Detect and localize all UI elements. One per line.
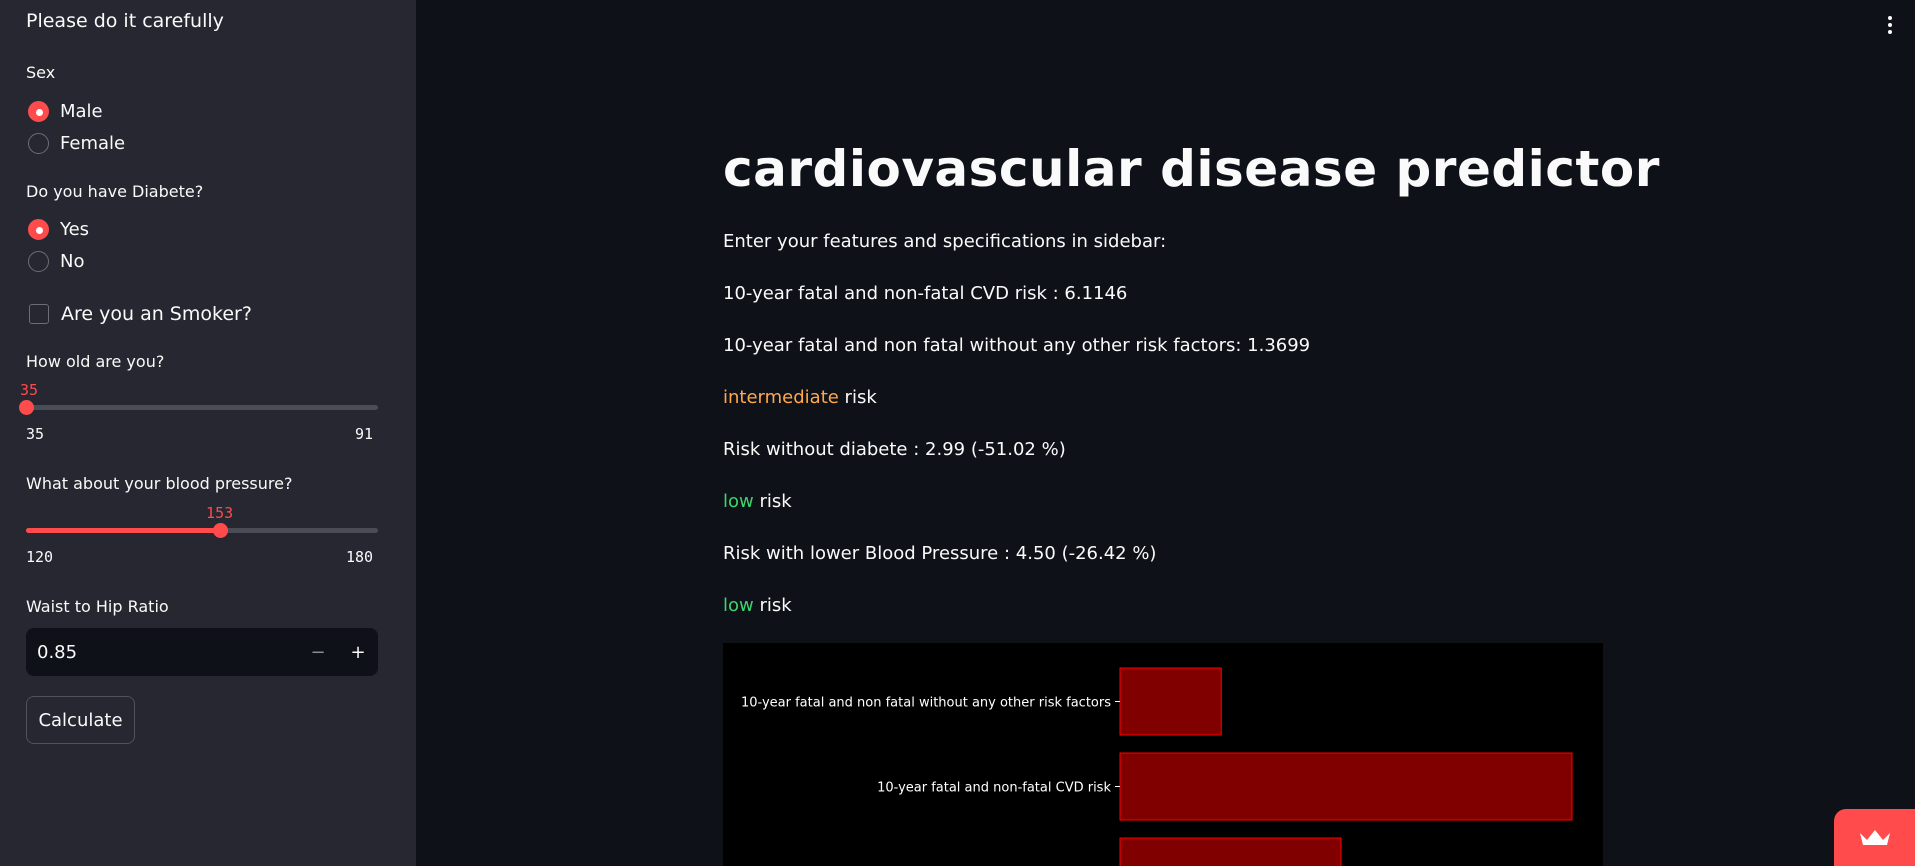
sidebar-title: Please do it carefully	[26, 10, 224, 32]
blood-pressure-slider-fill	[26, 528, 220, 533]
chart-svg: 10-year fatal and non fatal without any …	[741, 667, 1573, 866]
sex-label: Sex	[26, 63, 56, 82]
diabete-option-no[interactable]: No	[28, 248, 84, 274]
age-max: 91	[355, 425, 374, 443]
risk-level-3: low risk	[723, 595, 792, 616]
risk-level-1: intermediate risk	[723, 387, 877, 408]
blood-pressure-max: 180	[346, 548, 374, 566]
age-slider-value: 35	[19, 381, 39, 399]
streamlit-badge[interactable]	[1834, 809, 1915, 866]
cvd-risk-text: 10-year fatal and non-fatal CVD risk : 6…	[723, 283, 1128, 304]
cvd-risk-no-factors-text: 10-year fatal and non fatal without any …	[723, 335, 1311, 356]
age-slider-thumb[interactable]	[19, 400, 34, 415]
radio-label: Female	[60, 132, 126, 154]
radio-selected-icon[interactable]	[28, 218, 49, 240]
chart-category-label: 10-year fatal and non-fatal CVD risk	[877, 781, 1111, 796]
radio-selected-icon[interactable]	[28, 100, 49, 122]
kebab-menu-icon[interactable]	[1887, 16, 1893, 36]
calculate-button[interactable]: Calculate	[26, 696, 135, 744]
chart-category-label: 10-year fatal and non fatal without any …	[741, 696, 1111, 711]
increment-button[interactable]: +	[338, 628, 378, 676]
radio-label: Yes	[60, 218, 90, 240]
risk-level-word: low	[723, 595, 754, 616]
radio-label: Male	[60, 100, 103, 122]
risk-level-suffix: risk	[753, 595, 792, 616]
intro-text: Enter your features and specifications i…	[723, 231, 1167, 252]
risk-level-2: low risk	[723, 491, 792, 512]
main-content: cardiovascular disease predictor Enter y…	[416, 0, 1915, 866]
age-min: 35	[26, 425, 45, 443]
blood-pressure-label: What about your blood pressure?	[26, 474, 293, 493]
smoker-label: Are you an Smoker?	[61, 303, 252, 325]
radio-unselected-icon[interactable]	[28, 250, 49, 272]
risk-level-suffix: risk	[753, 491, 792, 512]
blood-pressure-min: 120	[26, 548, 54, 566]
checkbox-icon[interactable]	[29, 304, 49, 324]
waist-hip-value[interactable]: 0.85	[26, 642, 298, 663]
sex-option-male[interactable]: Male	[28, 98, 103, 124]
waist-hip-input[interactable]: 0.85 − +	[26, 628, 378, 676]
waist-hip-label: Waist to Hip Ratio	[26, 597, 169, 616]
page-title: cardiovascular disease predictor	[723, 140, 1660, 198]
risk-without-diabete-text: Risk without diabete : 2.99 (-51.02 %)	[723, 439, 1066, 460]
age-label: How old are you?	[26, 352, 165, 371]
decrement-button[interactable]: −	[298, 628, 338, 676]
sex-option-female[interactable]: Female	[28, 130, 125, 156]
diabete-label: Do you have Diabete?	[26, 182, 204, 201]
risk-level-suffix: risk	[838, 387, 877, 408]
diabete-option-yes[interactable]: Yes	[28, 216, 89, 242]
blood-pressure-slider[interactable]: 153	[26, 504, 378, 538]
risk-level-word: intermediate	[723, 387, 839, 408]
chart-bar	[1119, 837, 1342, 866]
sidebar: Please do it carefully Sex Male Female D…	[0, 0, 416, 866]
risk-level-word: low	[723, 491, 754, 512]
smoker-checkbox-row[interactable]: Are you an Smoker?	[29, 302, 252, 326]
blood-pressure-slider-value: 153	[206, 504, 234, 522]
risk-bar-chart: 10-year fatal and non fatal without any …	[723, 643, 1603, 866]
chart-bar	[1119, 667, 1222, 736]
radio-label: No	[60, 250, 85, 272]
risk-lower-bp-text: Risk with lower Blood Pressure : 4.50 (-…	[723, 543, 1157, 564]
crown-icon	[1859, 829, 1890, 845]
radio-unselected-icon[interactable]	[28, 132, 49, 154]
age-slider[interactable]: 35	[19, 381, 378, 415]
chart-bar	[1119, 752, 1573, 821]
blood-pressure-slider-thumb[interactable]	[212, 523, 228, 538]
